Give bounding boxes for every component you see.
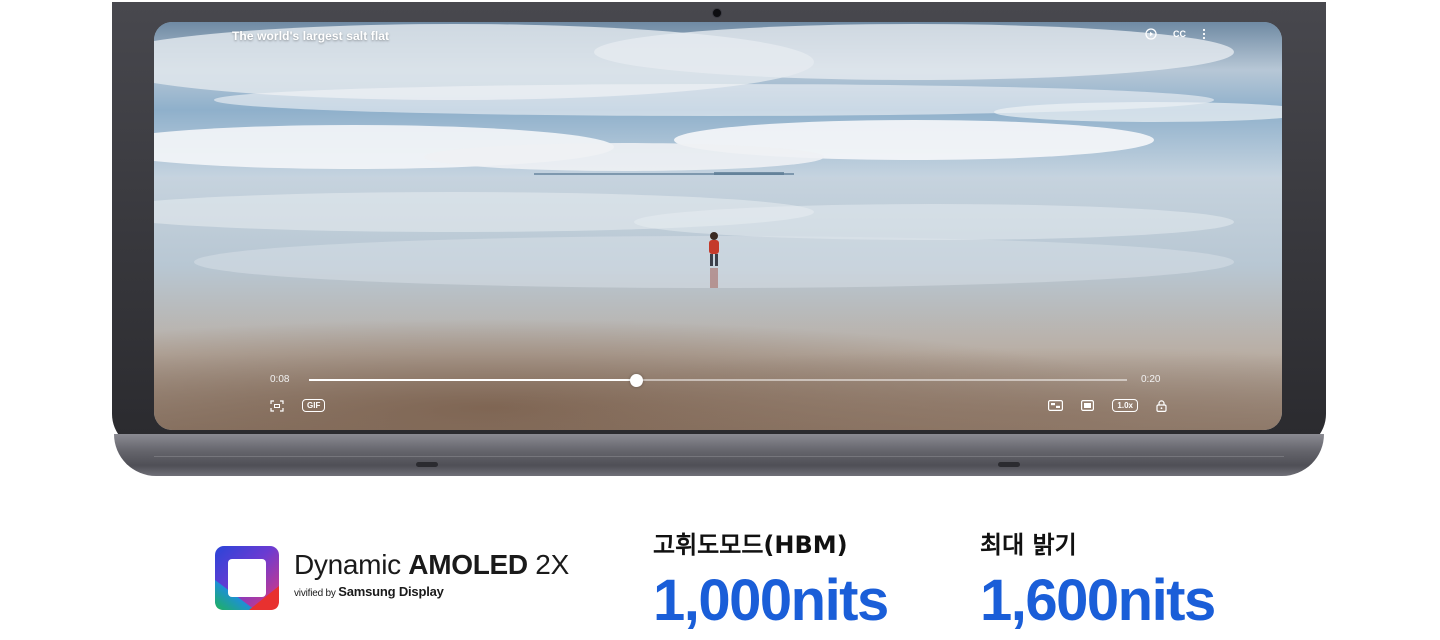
video-player-screen[interactable]: The world's largest salt flat CC 0:08 0:… <box>154 22 1282 430</box>
tablet-bottom-edge <box>114 434 1324 476</box>
front-camera <box>712 8 722 18</box>
bottom-right-controls: 1.0x <box>1048 399 1167 412</box>
vivified-text: vivified <box>294 588 323 599</box>
spec-value: 1,600nits <box>980 568 1216 633</box>
top-controls: CC <box>1145 28 1206 40</box>
brand-amoled: AMOLED <box>408 549 528 580</box>
spec-hbm: 고휘도모드(HBM) 1,000nits <box>653 530 889 636</box>
spec-label: 고휘도모드(HBM) <box>653 531 848 559</box>
play-circle-icon[interactable] <box>1145 28 1157 40</box>
spec-label: 최대 밝기 <box>980 531 1077 559</box>
dynamic-amoled-logo <box>215 546 279 610</box>
lock-icon[interactable] <box>1156 399 1167 412</box>
speaker-grille <box>998 462 1020 467</box>
playback-speed-button[interactable]: 1.0x <box>1112 399 1138 412</box>
brand-name: Dynamic AMOLED 2X <box>294 547 569 583</box>
brand-suffix: 2X <box>527 549 569 580</box>
video-frame <box>154 22 1282 430</box>
closed-captions-button[interactable]: CC <box>1173 28 1186 40</box>
speaker-grille <box>416 462 438 467</box>
samsung-display-text: Samsung Display <box>338 584 444 599</box>
video-title: The world's largest salt flat <box>232 29 390 43</box>
display-brand: Dynamic AMOLED 2X vivified by Samsung Di… <box>294 547 569 601</box>
current-time: 0:08 <box>270 374 290 385</box>
bottom-left-controls: GIF <box>270 399 326 412</box>
edge-highlight <box>154 456 1284 457</box>
seek-bar[interactable] <box>309 374 1127 387</box>
gif-button[interactable]: GIF <box>302 399 326 412</box>
brand-subline: vivified by Samsung Display <box>294 585 569 601</box>
spec-value: 1,000nits <box>653 568 889 633</box>
pip-icon[interactable] <box>1048 400 1064 411</box>
screenshot-capture-icon[interactable] <box>270 399 284 412</box>
tablet-device: The world's largest salt flat CC 0:08 0:… <box>112 2 1326 476</box>
duration: 0:20 <box>1141 374 1161 385</box>
popup-view-icon[interactable] <box>1081 400 1095 411</box>
seek-bar-progress <box>309 379 637 381</box>
brand-dynamic: Dynamic <box>294 549 409 580</box>
more-vertical-icon[interactable] <box>1202 28 1206 40</box>
spec-max-brightness: 최대 밝기 1,600nits <box>980 530 1216 636</box>
by-text: by <box>322 588 339 599</box>
